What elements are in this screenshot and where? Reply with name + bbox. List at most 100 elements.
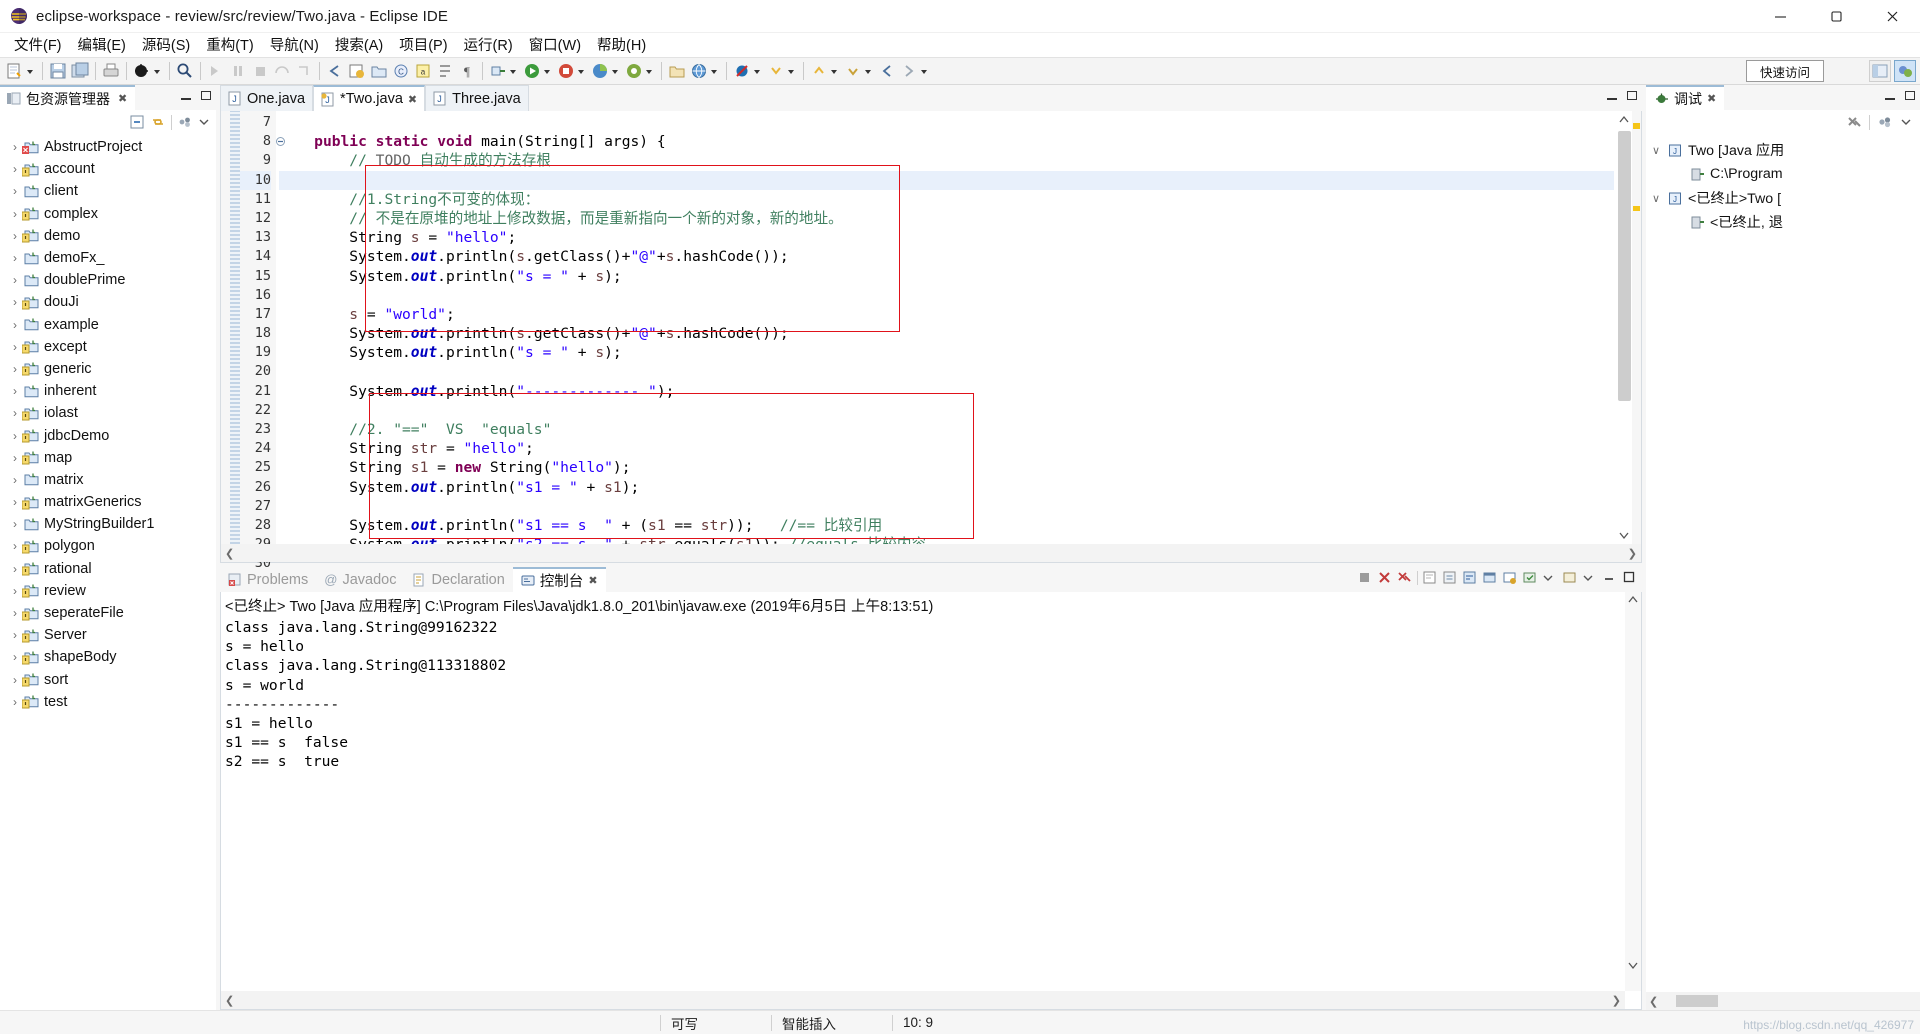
twisty-icon[interactable]: › — [8, 517, 22, 531]
scroll-left-icon[interactable]: ❮ — [225, 547, 234, 560]
twisty-icon[interactable]: › — [8, 295, 22, 309]
quick-access-field[interactable]: 快速访问 — [1746, 60, 1824, 82]
menu-run[interactable]: 运行(R) — [456, 33, 521, 57]
tree-item-review[interactable]: › review — [0, 580, 216, 602]
editor-scroll-up-button[interactable] — [1616, 111, 1632, 129]
tree-item-server[interactable]: › Server — [0, 624, 216, 646]
tree-item-doubleprime[interactable]: › doublePrime — [0, 269, 216, 291]
scroll-lock-icon[interactable] — [1442, 570, 1458, 586]
coverage-icon[interactable] — [590, 61, 610, 81]
new-wizard-icon[interactable] — [5, 61, 25, 81]
close-icon[interactable]: ✖ — [588, 574, 597, 587]
editor-source-code[interactable]: public static void main(String[] args) {… — [279, 111, 1614, 544]
debug-scrollbar-thumb[interactable] — [1676, 995, 1719, 1007]
editor-vertical-scrollbar-thumb[interactable] — [1618, 131, 1631, 401]
twisty-icon[interactable]: › — [8, 650, 22, 664]
tab-declaration[interactable]: Declaration — [404, 567, 512, 592]
twisty-icon[interactable]: › — [8, 562, 22, 576]
scroll-right-icon[interactable]: ❯ — [1612, 994, 1621, 1007]
twisty-icon[interactable]: › — [8, 473, 22, 487]
twisty-icon[interactable]: › — [8, 451, 22, 465]
minimize-view-icon[interactable] — [1602, 570, 1618, 586]
save-all-icon[interactable] — [70, 61, 90, 81]
twisty-icon[interactable]: › — [8, 429, 22, 443]
fold-collapse-icon[interactable] — [276, 137, 285, 147]
twisty-icon[interactable]: › — [8, 362, 22, 376]
overview-marker[interactable] — [1633, 206, 1640, 211]
runcfg-dropdown-icon[interactable] — [646, 61, 656, 81]
maximize-view-icon[interactable] — [1622, 570, 1638, 586]
maximize-editor-icon[interactable] — [1626, 90, 1638, 102]
close-icon[interactable]: ✖ — [408, 93, 417, 106]
open-perspective-button[interactable] — [1869, 60, 1891, 82]
tab-package-explorer[interactable]: 包资源管理器 ✖ — [0, 85, 136, 110]
tree-item-demo[interactable]: › demo — [0, 225, 216, 247]
menu-navigate[interactable]: 导航(N) — [262, 33, 327, 57]
overview-marker[interactable] — [1633, 123, 1640, 129]
maximize-button[interactable] — [1808, 0, 1864, 33]
remove-all-terminated-icon[interactable] — [1397, 570, 1413, 586]
close-icon[interactable]: ✖ — [1707, 92, 1716, 105]
view-menu-icon[interactable] — [1900, 114, 1912, 130]
editor-annotation-ruler[interactable] — [221, 111, 230, 544]
debug-tree-row[interactable]: ∨ J Two [Java 应用 — [1646, 138, 1920, 162]
globe-icon[interactable] — [689, 61, 709, 81]
editor-tab-one-java[interactable]: J One.java — [220, 85, 314, 111]
twisty-icon[interactable]: › — [8, 229, 22, 243]
close-button[interactable] — [1864, 0, 1920, 33]
twisty-icon[interactable]: › — [8, 162, 22, 176]
clear-console-icon[interactable] — [1422, 570, 1438, 586]
print-icon[interactable] — [101, 61, 121, 81]
show-console-on-output-icon[interactable] — [1482, 570, 1498, 586]
collapse-all-icon[interactable] — [129, 114, 145, 130]
tree-item-complex[interactable]: › complex — [0, 203, 216, 225]
twisty-icon[interactable]: › — [8, 606, 22, 620]
tree-item-account[interactable]: › account — [0, 158, 216, 180]
remove-all-terminated-icon[interactable] — [1846, 114, 1862, 130]
terminate-icon[interactable] — [1357, 570, 1373, 586]
tree-item-jdbcdemo[interactable]: › jdbcDemo — [0, 424, 216, 446]
twisty-icon[interactable]: › — [8, 318, 22, 332]
annotation-next-dd-icon[interactable] — [788, 61, 798, 81]
tree-item-generic[interactable]: › generic — [0, 358, 216, 380]
debug-tree-row[interactable]: ∨ J <已终止>Two [ — [1646, 186, 1920, 210]
menu-refactor[interactable]: 重构(T) — [198, 33, 262, 57]
tree-item-shapebody[interactable]: › shapeBody — [0, 646, 216, 668]
tree-item-abstructproject[interactable]: › AbstructProject — [0, 136, 216, 158]
chevron-down-icon[interactable] — [1542, 570, 1558, 586]
open-declaration-icon[interactable] — [488, 61, 508, 81]
back-icon[interactable] — [877, 61, 897, 81]
twisty-icon[interactable]: › — [8, 406, 22, 420]
console-horizontal-scrollbar[interactable]: ❮ ❯ — [221, 991, 1625, 1009]
view-threads-icon[interactable] — [1877, 114, 1893, 130]
scroll-left-icon[interactable]: ❮ — [225, 994, 234, 1007]
debug-tree-row[interactable]: C:\Program — [1646, 162, 1920, 186]
chevron-down-icon[interactable] — [198, 114, 210, 130]
annotation-next-icon[interactable] — [766, 61, 786, 81]
fwd-dd-icon[interactable] — [921, 61, 931, 81]
display-selected-console-icon[interactable] — [1522, 570, 1538, 586]
debug-last-icon[interactable] — [132, 61, 152, 81]
twisty-icon[interactable]: › — [8, 495, 22, 509]
tree-item-demofx_[interactable]: › demoFx_ — [0, 247, 216, 269]
previous-edit-icon[interactable] — [325, 61, 345, 81]
scroll-left-icon[interactable]: ❮ — [1649, 995, 1658, 1008]
tree-item-iolast[interactable]: › iolast — [0, 402, 216, 424]
new-java-project-icon[interactable] — [347, 61, 367, 81]
ext-dropdown-icon[interactable] — [578, 61, 588, 81]
new-class-icon[interactable]: C — [391, 61, 411, 81]
tree-item-sort[interactable]: › sort — [0, 669, 216, 691]
editor-overview-ruler[interactable] — [1632, 111, 1641, 544]
editor-horizontal-scrollbar[interactable]: ❮ ❯ — [221, 544, 1641, 562]
twisty-icon[interactable]: › — [8, 384, 22, 398]
tree-item-matrix[interactable]: › matrix — [0, 469, 216, 491]
bps-dropdown-icon[interactable] — [754, 61, 764, 81]
breakpoint-skip-icon[interactable] — [732, 61, 752, 81]
code-line-7[interactable] — [279, 113, 1614, 132]
tab-problems[interactable]: Problems — [220, 567, 316, 592]
run-external-tools-icon[interactable] — [556, 61, 576, 81]
twisty-icon[interactable]: › — [8, 251, 22, 265]
tree-item-except[interactable]: › except — [0, 336, 216, 358]
twisty-icon[interactable]: › — [8, 695, 22, 709]
twisty-icon[interactable]: › — [8, 673, 22, 687]
